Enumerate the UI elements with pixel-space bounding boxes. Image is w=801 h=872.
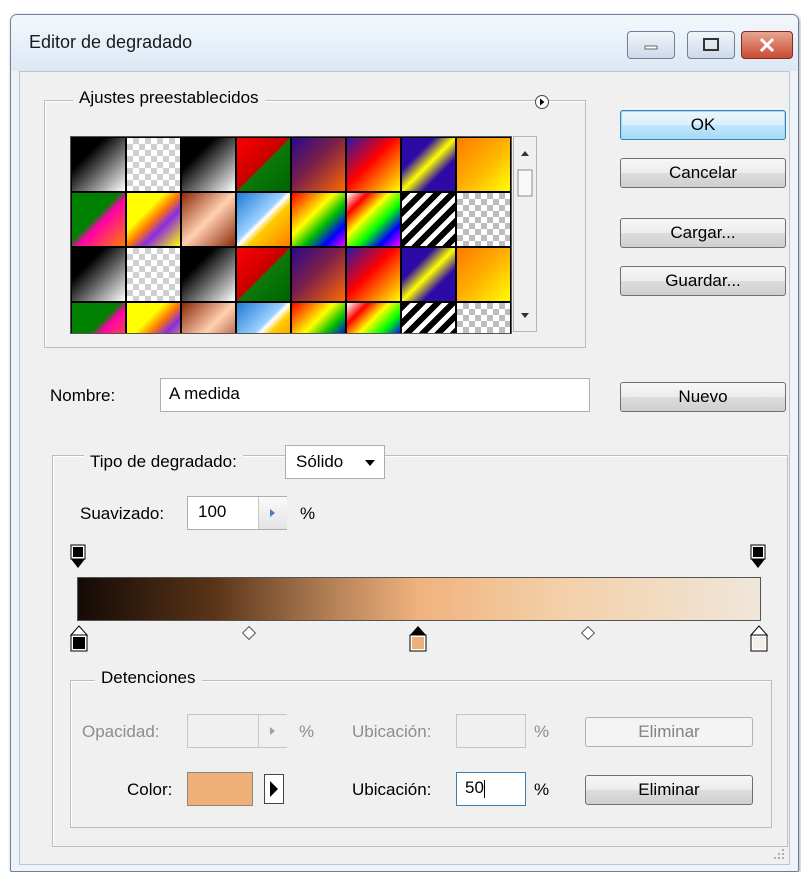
smoothness-label: Suavizado: — [80, 504, 165, 523]
color-stop-selected[interactable] — [409, 625, 427, 653]
scroll-up-icon[interactable] — [521, 151, 529, 156]
opacity-input[interactable] — [187, 714, 287, 748]
preset-swatch-grid — [70, 136, 512, 334]
chevron-down-icon — [365, 460, 375, 466]
maximize-button[interactable] — [687, 31, 735, 59]
opacity-location-unit: % — [534, 722, 550, 741]
minimize-icon — [644, 45, 658, 50]
preset-swatch[interactable] — [126, 302, 181, 333]
preset-swatch[interactable] — [456, 247, 511, 302]
preset-swatch[interactable] — [346, 302, 401, 333]
resize-grip-icon[interactable] — [773, 848, 785, 860]
triangle-right-icon — [270, 781, 278, 797]
color-stop-right[interactable] — [750, 625, 768, 653]
opacity-stop-left[interactable] — [70, 544, 86, 570]
preset-swatch[interactable] — [126, 137, 181, 192]
opacity-slider-button[interactable] — [258, 715, 287, 747]
window-title: Editor de degradado — [29, 32, 193, 52]
cancel-button[interactable]: Cancelar — [620, 158, 786, 188]
color-label: Color: — [127, 780, 173, 799]
ok-button[interactable]: OK — [620, 110, 786, 140]
preset-swatch[interactable] — [236, 137, 291, 192]
preset-swatch[interactable] — [181, 192, 236, 247]
stops-legend: Detenciones — [95, 668, 202, 688]
preset-swatch[interactable] — [236, 302, 291, 333]
color-location-label: Ubicación: — [352, 780, 432, 799]
preset-swatch[interactable] — [346, 247, 401, 302]
preset-swatch[interactable] — [236, 192, 291, 247]
scrollbar-graphics — [517, 151, 533, 318]
preset-swatch[interactable] — [291, 192, 346, 247]
color-location-unit: % — [534, 780, 550, 799]
new-button[interactable]: Nuevo — [620, 382, 786, 412]
preset-swatch[interactable] — [71, 137, 126, 192]
caret-right-icon — [270, 509, 275, 517]
preset-swatch[interactable] — [401, 137, 456, 192]
preset-swatch[interactable] — [346, 192, 401, 247]
preset-swatch[interactable] — [71, 192, 126, 247]
selected-stop-fill — [412, 637, 424, 649]
caret-right-icon — [270, 727, 275, 735]
scroll-down-icon[interactable] — [521, 313, 529, 318]
color-location-input[interactable]: 50 — [456, 772, 526, 806]
preset-swatch[interactable] — [236, 247, 291, 302]
preset-swatch[interactable] — [126, 247, 181, 302]
preset-swatch[interactable] — [126, 192, 181, 247]
maximize-icon — [703, 38, 719, 51]
stop-color-swatch[interactable] — [187, 772, 253, 806]
opacity-unit: % — [299, 722, 315, 741]
gradient-type-dropdown[interactable]: Sólido — [285, 445, 385, 479]
preset-swatch[interactable] — [401, 302, 456, 333]
preset-swatch[interactable] — [291, 137, 346, 192]
gradient-preview-bar[interactable] — [77, 577, 761, 621]
close-icon — [759, 37, 775, 53]
preset-swatch[interactable] — [291, 247, 346, 302]
preset-swatch[interactable] — [456, 302, 511, 333]
smoothness-unit: % — [300, 504, 316, 523]
preset-swatch[interactable] — [181, 247, 236, 302]
opacity-location-label: Ubicación: — [352, 722, 432, 741]
preset-swatch[interactable] — [401, 192, 456, 247]
text-cursor — [483, 779, 485, 798]
close-button[interactable] — [741, 31, 793, 59]
color-location-value: 50 — [465, 778, 484, 797]
opacity-stop-right[interactable] — [750, 544, 766, 570]
gradient-type-value: Sólido — [296, 452, 344, 471]
name-label: Nombre: — [50, 386, 116, 405]
delete-opacity-stop-button[interactable]: Eliminar — [585, 717, 753, 747]
preset-swatch[interactable] — [291, 302, 346, 333]
preset-swatch[interactable] — [346, 137, 401, 192]
scroll-thumb[interactable] — [517, 169, 533, 197]
presets-scrollbar[interactable] — [513, 136, 537, 332]
presets-menu-icon[interactable] — [534, 94, 550, 110]
preset-swatch[interactable] — [401, 247, 456, 302]
name-input[interactable]: A medida — [160, 378, 590, 412]
presets-legend: Ajustes preestablecidos — [73, 88, 265, 108]
title-bar[interactable]: Editor de degradado — [11, 15, 798, 71]
opacity-location-input[interactable] — [456, 714, 526, 748]
preset-swatch[interactable] — [71, 302, 126, 333]
opacity-label: Opacidad: — [82, 722, 160, 741]
save-button[interactable]: Guardar... — [620, 266, 786, 296]
dialog-body: Ajustes preestablecidos OK Cancelar Carg… — [19, 71, 790, 865]
gradient-editor-window: Editor de degradado Ajustes preestableci… — [10, 14, 799, 872]
load-button[interactable]: Cargar... — [620, 218, 786, 248]
delete-color-stop-button[interactable]: Eliminar — [585, 775, 753, 805]
preset-swatch[interactable] — [181, 137, 236, 192]
minimize-button[interactable] — [627, 31, 675, 59]
smoothness-input[interactable]: 100 — [187, 496, 287, 530]
gradient-type-label: Tipo de degradado: — [84, 452, 243, 472]
color-stop-left[interactable] — [70, 625, 88, 653]
color-menu-button[interactable] — [264, 774, 284, 804]
preset-swatch[interactable] — [71, 247, 126, 302]
preset-swatch[interactable] — [456, 137, 511, 192]
smoothness-value: 100 — [198, 502, 227, 521]
preset-swatch[interactable] — [456, 192, 511, 247]
preset-swatch[interactable] — [181, 302, 236, 333]
smoothness-slider-button[interactable] — [258, 497, 287, 529]
stops-group — [70, 680, 772, 828]
